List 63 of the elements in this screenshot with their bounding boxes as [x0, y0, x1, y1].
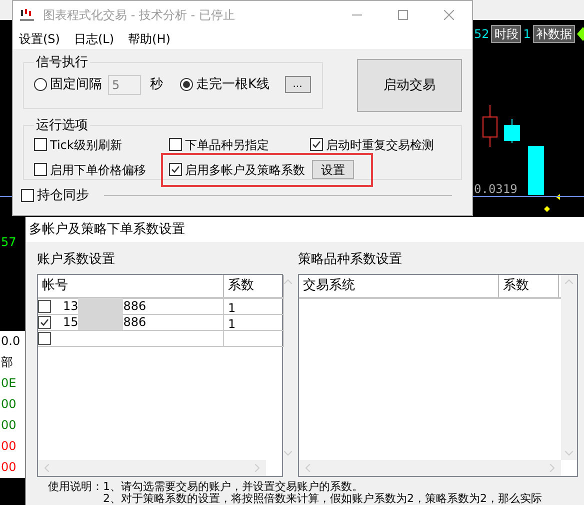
menu-item[interactable]: 帮助(H): [128, 30, 170, 48]
menu-item[interactable]: 日志(L): [74, 30, 114, 48]
checkbox-label: Tick级别刷新: [50, 136, 122, 154]
chart-value-label: 0E: [0, 373, 25, 394]
chart-value-label: 00: [0, 394, 25, 415]
chart-toolbar-text: 52: [474, 26, 490, 42]
panel-title: 策略品种系数设置: [298, 250, 403, 269]
column-header[interactable]: 帐号: [38, 274, 224, 297]
checkbox[interactable]: [34, 163, 47, 176]
group-title: 信号执行: [35, 54, 89, 72]
chart-toolbar-text: 1: [523, 26, 531, 42]
group-title: 运行选项: [35, 117, 89, 135]
checkbox-label: 启动时重复交易检测: [326, 136, 434, 154]
dialog-title: 多帐户及策略下单系数设置: [29, 220, 185, 239]
chart-value-label: 部: [0, 352, 25, 373]
instructions-label: 使用说明：: [48, 481, 103, 495]
checkbox[interactable]: [38, 300, 51, 313]
radio-label: 固定间隔: [50, 76, 102, 94]
table-cell-text: 886: [123, 314, 146, 332]
more-button[interactable]: ...: [284, 76, 311, 93]
table-cell-text: 886: [123, 298, 146, 316]
checkbox[interactable]: [169, 163, 182, 176]
radio-button[interactable]: [34, 78, 47, 91]
redaction-block: [78, 298, 124, 314]
window-title: 图表程式化交易 - 技术分析 - 已停止: [43, 6, 235, 24]
checkbox[interactable]: [34, 138, 47, 151]
menu-item[interactable]: 设置(S): [19, 30, 60, 48]
vertical-scrollbar[interactable]: [561, 274, 577, 460]
checkbox[interactable]: [38, 316, 51, 329]
instruction-text: 1、请勾选需要交易的账户，并设置交易账户的系数。: [103, 481, 363, 493]
checkbox-label: 下单品种另指定: [185, 136, 269, 154]
chart-value-label: 00: [0, 457, 25, 478]
radio-button[interactable]: [180, 78, 193, 91]
horizontal-scrollbar[interactable]: [38, 460, 266, 476]
redaction-block: [78, 314, 124, 330]
chart-value-label: 00: [0, 436, 25, 457]
checkbox[interactable]: [310, 138, 323, 151]
checkbox[interactable]: [21, 189, 34, 202]
checkbox-label: 启用下单价格偏移: [50, 162, 146, 178]
table-cell: 1: [228, 300, 236, 315]
unit-label: 秒: [150, 76, 163, 94]
interval-input[interactable]: 5: [108, 74, 141, 94]
chart-toolbar-button[interactable]: 时段: [491, 25, 522, 43]
chart-value-label: 00: [0, 415, 25, 436]
radio-label: 走完一根K线: [196, 76, 270, 94]
settings-button[interactable]: 设置: [312, 160, 354, 179]
checkbox[interactable]: [38, 332, 51, 345]
price-label: 0.0319: [474, 181, 518, 198]
horizontal-scrollbar[interactable]: [299, 460, 561, 476]
panel-title: 账户系数设置: [37, 250, 116, 269]
column-header[interactable]: 系数: [499, 274, 559, 297]
checkbox[interactable]: [169, 138, 182, 151]
table-cell-text: 15: [63, 314, 78, 332]
checkbox-label: 持仓同步: [37, 187, 89, 205]
start-trading-button[interactable]: 启动交易: [357, 59, 462, 112]
table-cell: 1: [228, 316, 236, 331]
instruction-text: 2、对于策略系数的设置，将按照倍数来计算，假如账户系数为2，策略系数为2，那么实际: [103, 493, 542, 505]
checkbox-label: 启用多帐户及策略系数: [185, 162, 305, 178]
table-cell-text: 13: [63, 298, 78, 316]
app-logo-icon: [19, 6, 35, 22]
chart-toolbar-button[interactable]: 补数据: [532, 25, 575, 43]
column-header[interactable]: 交易系统: [299, 274, 499, 297]
chart-value-label: 0.0: [0, 331, 25, 352]
